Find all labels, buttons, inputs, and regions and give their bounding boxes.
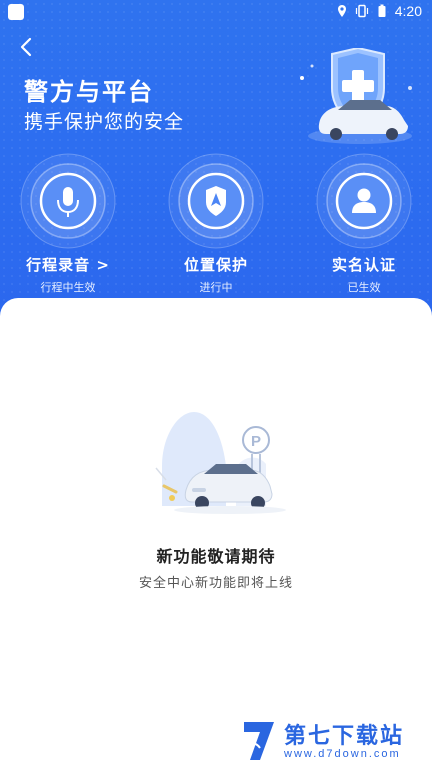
app-icon — [8, 4, 24, 20]
page-subtitle: 携手保护您的安全 — [24, 111, 185, 133]
content-card — [0, 298, 432, 768]
empty-state-title: 新功能敬请期待 — [156, 547, 276, 566]
feature-location-protection[interactable]: 位置保护 进行中 — [161, 152, 271, 295]
status-time: 4:20 — [394, 3, 422, 19]
feature-label: 位置保护 — [183, 256, 248, 274]
feature-status: 行程中生效 — [40, 281, 96, 294]
empty-state-subtitle: 安全中心新功能即将上线 — [138, 576, 293, 591]
location-shield-icon — [168, 153, 264, 249]
car-parking-illustration: P — [155, 412, 286, 514]
page-title: 警方与平台 — [24, 78, 154, 106]
feature-label: 实名认证 — [331, 256, 396, 274]
microphone-icon — [20, 153, 116, 249]
location-icon — [337, 5, 346, 17]
feature-trip-recording[interactable]: 行程录音 > 行程中生效 — [13, 152, 123, 295]
battery-icon — [378, 4, 386, 17]
status-bar: 4:20 — [0, 0, 432, 26]
feature-label: 行程录音 > — [26, 256, 110, 274]
watermark-url: www.d7down.com — [284, 748, 401, 760]
shield-car-illustration — [300, 48, 412, 144]
watermark-text: 第七下载站 — [284, 724, 405, 749]
chevron-left-icon[interactable] — [16, 36, 38, 58]
feature-status: 进行中 — [199, 281, 233, 294]
watermark-logo-icon — [244, 722, 274, 760]
watermark: 第七下载站 www.d7down.com — [240, 718, 430, 766]
svg-text:P: P — [251, 433, 261, 450]
vibrate-icon — [355, 4, 368, 18]
feature-status: 已生效 — [347, 281, 381, 294]
feature-real-name-auth[interactable]: 实名认证 已生效 — [309, 152, 419, 295]
person-icon — [316, 153, 412, 249]
hero-banner: 4:20 警方与平台 携手保护您的安全 行程录音 > 行程中生效 位置保护 进行… — [0, 0, 432, 330]
